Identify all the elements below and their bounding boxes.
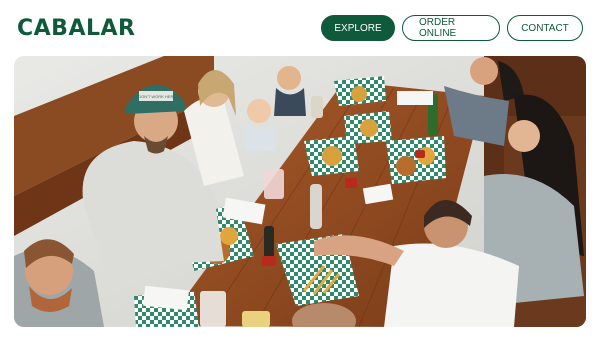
brand-logo[interactable]: CABALAR (17, 15, 135, 43)
hero-photo-illustration: I DON'T WORK HERE (14, 56, 586, 327)
contact-button[interactable]: CONTACT (507, 15, 583, 41)
cap-text: I DON'T WORK HERE (136, 94, 176, 99)
main-nav: EXPLORE ORDER ONLINE CONTACT (321, 15, 583, 41)
explore-button[interactable]: EXPLORE (321, 15, 395, 41)
hero-image: I DON'T WORK HERE (14, 56, 586, 327)
order-online-button[interactable]: ORDER ONLINE (402, 15, 500, 41)
site-header: CABALAR EXPLORE ORDER ONLINE CONTACT (0, 0, 600, 56)
